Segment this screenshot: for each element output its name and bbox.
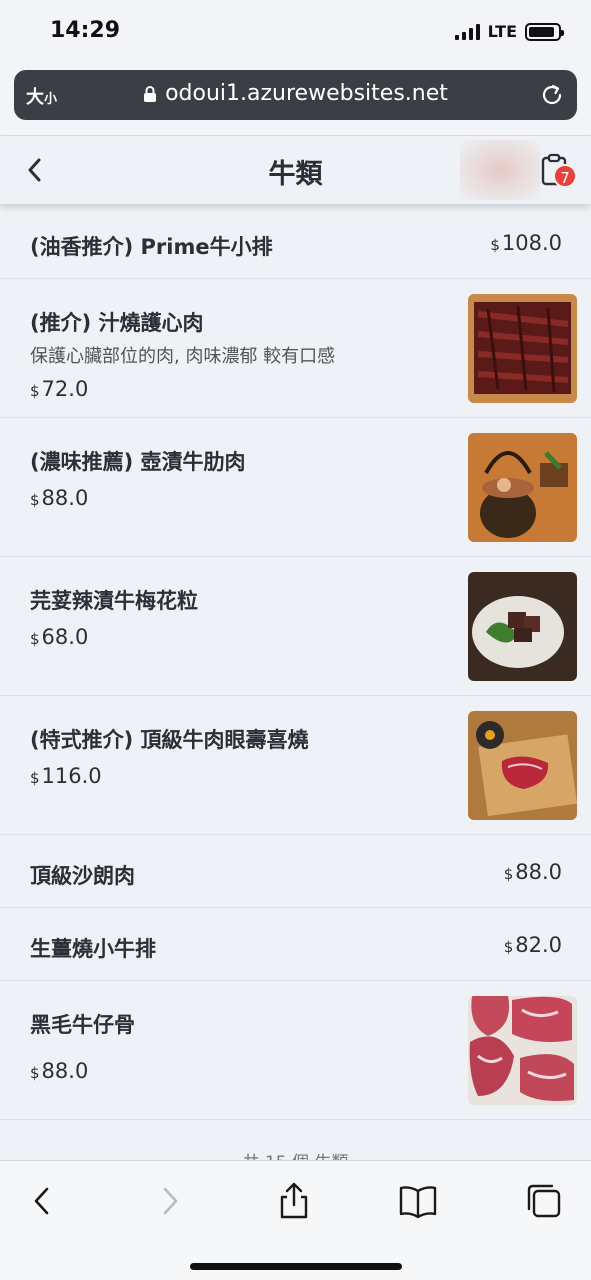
sukiyaki-beef-image: [468, 711, 577, 820]
item-name: (油香推介) Prime牛小排: [30, 235, 273, 259]
menu-item[interactable]: 頂級沙朗肉 $88.0: [0, 835, 591, 908]
item-name: (特式推介) 頂級牛肉眼壽喜燒: [30, 728, 309, 752]
browser-back-icon[interactable]: [22, 1181, 62, 1221]
item-price: $116.0: [30, 764, 102, 788]
menu-item[interactable]: (油香推介) Prime牛小排 $108.0: [0, 206, 591, 279]
network-label: LTE: [487, 22, 517, 41]
item-price: $82.0: [503, 933, 562, 957]
battery-icon: [525, 22, 564, 41]
browser-address-area: 大小 odoui1.azurewebsites.net: [0, 64, 591, 136]
url-display[interactable]: odoui1.azurewebsites.net: [14, 81, 577, 106]
item-price: $88.0: [30, 486, 89, 510]
menu-item[interactable]: (特式推介) 頂級牛肉眼壽喜燒 $116.0: [0, 696, 591, 835]
cart-count-badge: 7: [553, 164, 577, 188]
item-name: 芫荽辣漬牛梅花粒: [30, 589, 198, 613]
menu-item[interactable]: (濃味推薦) 壺漬牛肋肉 $88.0: [0, 418, 591, 557]
address-bar[interactable]: 大小 odoui1.azurewebsites.net: [14, 70, 577, 120]
lock-icon: [144, 85, 157, 102]
bookmarks-icon[interactable]: [398, 1181, 438, 1221]
menu-item[interactable]: (推介) 汁燒護心肉 保護心臟部位的肉, 肉味濃郁 較有口感 $72.0: [0, 279, 591, 418]
signal-icon: [454, 23, 480, 40]
page: 14:29 LTE 大小 odoui1.azurewebsites.net 牛類…: [0, 0, 591, 1280]
browser-toolbar: [0, 1160, 591, 1280]
item-description: 保護心臟部位的肉, 肉味濃郁 較有口感: [30, 346, 336, 367]
beef-cubes-image: [468, 572, 577, 681]
home-indicator: [190, 1263, 402, 1270]
item-name: 頂級沙朗肉: [30, 864, 135, 888]
menu-item[interactable]: 生薑燒小牛排 $82.0: [0, 908, 591, 981]
menu-item[interactable]: 黑毛牛仔骨 $88.0: [0, 981, 591, 1120]
status-bar: 14:29 LTE: [0, 0, 591, 64]
item-price: $88.0: [30, 1059, 89, 1083]
item-name: (推介) 汁燒護心肉: [30, 311, 204, 335]
item-name: 黑毛牛仔骨: [30, 1013, 135, 1037]
item-name: (濃味推薦) 壺漬牛肋肉: [30, 450, 246, 474]
item-price: $88.0: [503, 860, 562, 884]
grilled-beef-image: [468, 294, 577, 403]
item-price: $108.0: [490, 231, 562, 255]
tabs-icon[interactable]: [524, 1181, 564, 1221]
share-icon[interactable]: [274, 1181, 314, 1221]
status-indicators: LTE: [454, 22, 564, 41]
app-header: 牛類 7: [0, 136, 591, 204]
wagyu-rib-image: [468, 996, 577, 1105]
url-text: odoui1.azurewebsites.net: [165, 81, 448, 106]
header-blur-decoration: [460, 140, 540, 200]
browser-forward-icon[interactable]: [150, 1181, 190, 1221]
item-price: $68.0: [30, 625, 89, 649]
menu-item[interactable]: 芫荽辣漬牛梅花粒 $68.0: [0, 557, 591, 696]
item-name: 生薑燒小牛排: [30, 937, 156, 961]
reload-icon[interactable]: [539, 82, 565, 108]
pot-beef-image: [468, 433, 577, 542]
menu-item-list: (油香推介) Prime牛小排 $108.0 (推介) 汁燒護心肉 保護心臟部位…: [0, 206, 591, 1120]
item-price: $72.0: [30, 377, 89, 401]
status-time: 14:29: [50, 18, 121, 43]
